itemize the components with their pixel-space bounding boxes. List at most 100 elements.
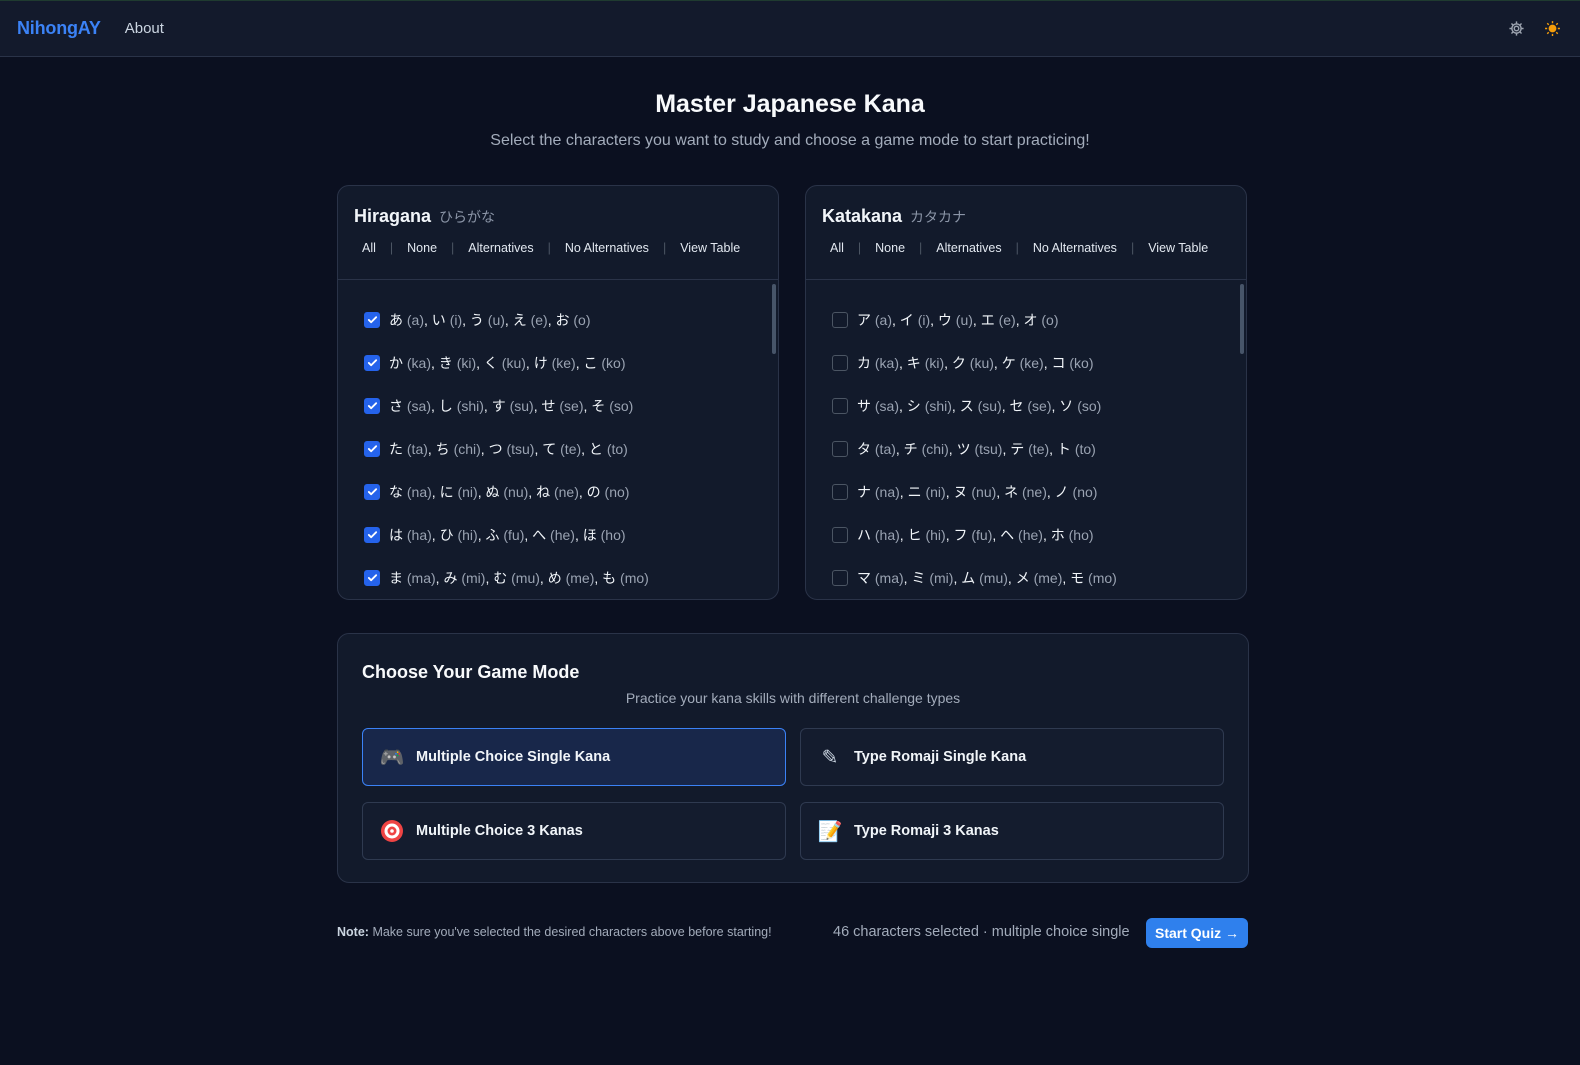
katakana-row-checkbox[interactable]: [832, 569, 848, 586]
katakana-row-checkbox[interactable]: [832, 397, 848, 414]
romaji-reading: (hi): [925, 526, 946, 543]
mode-multiple-choice-3-button[interactable]: Multiple Choice 3 Kanas: [362, 802, 786, 860]
katakana-filters: All | None | Alternatives | No Alternati…: [822, 241, 1230, 255]
kana-char: ウ: [937, 311, 952, 328]
katakana-row-label: ア (a), イ (i), ウ (u), エ (e), オ (o): [857, 311, 1059, 328]
romaji-reading: (ku): [501, 354, 526, 371]
katakana-row[interactable]: ハ (ha), ヒ (hi), フ (fu), ヘ (he), ホ (ho): [832, 513, 1246, 556]
filter-separator: |: [1130, 241, 1135, 255]
kana-char: ス: [959, 397, 974, 414]
filter-separator: |: [389, 241, 394, 255]
romaji-reading: (nu): [503, 483, 529, 500]
hiragana-filter-all[interactable]: All: [354, 241, 384, 255]
katakana-japanese-title: カタカナ: [910, 209, 967, 225]
memo-icon: 📝: [817, 820, 843, 843]
hiragana-japanese-title: ひらがな: [439, 209, 496, 225]
game-mode-subtitle: Practice your kana skills with different…: [625, 690, 961, 706]
hiragana-filters: All | None | Alternatives | No Alternati…: [354, 241, 762, 255]
katakana-row-checkbox[interactable]: [832, 440, 848, 457]
katakana-list[interactable]: ア (a), イ (i), ウ (u), エ (e), オ (o) カ (ka),…: [806, 280, 1246, 599]
kana-char: ソ: [1059, 397, 1074, 414]
filter-separator: |: [662, 241, 667, 255]
romaji-reading: (so): [609, 397, 634, 414]
kana-char: と: [588, 440, 603, 457]
hiragana-scrollbar[interactable]: [772, 284, 776, 354]
katakana-row[interactable]: サ (sa), シ (shi), ス (su), セ (se), ソ (so): [832, 384, 1246, 427]
katakana-view-table[interactable]: View Table: [1140, 241, 1216, 255]
romaji-reading: (he): [550, 526, 575, 543]
katakana-filter-no-alternatives[interactable]: No Alternatives: [1025, 241, 1125, 255]
kana-char: め: [547, 569, 562, 586]
hiragana-row[interactable]: た (ta), ち (chi), つ (tsu), て (te), と (to): [364, 427, 778, 470]
romaji-reading: (no): [604, 483, 630, 500]
kana-char: マ: [857, 569, 871, 586]
hiragana-row-checkbox[interactable]: [364, 354, 380, 371]
hiragana-row[interactable]: さ (sa), し (shi), す (su), せ (se), そ (so): [364, 384, 778, 427]
romaji-reading: (i): [449, 311, 463, 328]
katakana-row[interactable]: ナ (na), ニ (ni), ヌ (nu), ネ (ne), ノ (no): [832, 470, 1246, 513]
romaji-reading: (chi): [453, 440, 481, 457]
romaji-reading: (ki): [456, 354, 477, 371]
romaji-reading: (fu): [971, 526, 993, 543]
romaji-reading: (ha): [406, 526, 432, 543]
kana-char: え: [512, 311, 527, 328]
hiragana-filter-no-alternatives[interactable]: No Alternatives: [557, 241, 657, 255]
mode-multiple-choice-single-button[interactable]: 🎮 Multiple Choice Single Kana: [362, 728, 786, 786]
kana-char: な: [389, 483, 403, 500]
romaji-reading: (ko): [1069, 354, 1094, 371]
hiragana-row[interactable]: あ (a), い (i), う (u), え (e), お (o): [364, 298, 778, 341]
hiragana-row[interactable]: ま (ma), み (mi), む (mu), め (me), も (mo): [364, 556, 778, 599]
hiragana-filter-none[interactable]: None: [399, 241, 445, 255]
kana-char: ア: [857, 311, 871, 328]
katakana-row[interactable]: ア (a), イ (i), ウ (u), エ (e), オ (o): [832, 298, 1246, 341]
katakana-row-checkbox[interactable]: [832, 483, 848, 500]
katakana-row[interactable]: マ (ma), ミ (mi), ム (mu), メ (me), モ (mo): [832, 556, 1246, 599]
kana-char: こ: [583, 354, 598, 371]
kana-char: フ: [953, 526, 968, 543]
nav-about-link[interactable]: About: [125, 20, 164, 37]
hiragana-row-checkbox[interactable]: [364, 397, 380, 414]
hiragana-row[interactable]: な (na), に (ni), ぬ (nu), ね (ne), の (no): [364, 470, 778, 513]
katakana-filter-all[interactable]: All: [822, 241, 852, 255]
katakana-filter-alternatives[interactable]: Alternatives: [928, 241, 1009, 255]
gear-icon[interactable]: [1505, 18, 1527, 40]
kana-char: あ: [389, 311, 403, 328]
kana-char: に: [439, 483, 454, 500]
hiragana-row-checkbox[interactable]: [364, 440, 380, 457]
romaji-reading: (ho): [1068, 526, 1094, 543]
mode-type-romaji-3-button[interactable]: 📝 Type Romaji 3 Kanas: [800, 802, 1224, 860]
start-quiz-button[interactable]: Start Quiz →: [1146, 918, 1248, 948]
katakana-scrollbar[interactable]: [1240, 284, 1244, 354]
hiragana-view-table[interactable]: View Table: [672, 241, 748, 255]
hiragana-row[interactable]: か (ka), き (ki), く (ku), け (ke), こ (ko): [364, 341, 778, 384]
hiragana-row[interactable]: は (ha), ひ (hi), ふ (fu), へ (he), ほ (ho): [364, 513, 778, 556]
kana-char: ヘ: [1000, 526, 1015, 543]
romaji-reading: (ka): [406, 354, 432, 371]
kana-char: ク: [951, 354, 966, 371]
romaji-reading: (ke): [551, 354, 576, 371]
page-title: Master Japanese Kana: [655, 90, 925, 118]
hiragana-row-checkbox[interactable]: [364, 311, 380, 328]
mode-type-romaji-single-button[interactable]: ✎ Type Romaji Single Kana: [800, 728, 1224, 786]
kana-char: オ: [1023, 311, 1038, 328]
hiragana-filter-alternatives[interactable]: Alternatives: [460, 241, 541, 255]
hiragana-row-checkbox[interactable]: [364, 526, 380, 543]
sun-icon[interactable]: [1541, 18, 1563, 40]
katakana-row[interactable]: カ (ka), キ (ki), ク (ku), ケ (ke), コ (ko): [832, 341, 1246, 384]
hiragana-row-checkbox[interactable]: [364, 569, 380, 586]
katakana-filter-none[interactable]: None: [867, 241, 913, 255]
romaji-reading: (ma): [874, 569, 904, 586]
hiragana-row-label: さ (sa), し (shi), す (su), せ (se), そ (so): [389, 397, 634, 414]
brand-logo[interactable]: NihongAY: [17, 18, 101, 39]
katakana-row-checkbox[interactable]: [832, 526, 848, 543]
hiragana-list[interactable]: あ (a), い (i), う (u), え (e), お (o) か (ka),…: [338, 280, 778, 599]
katakana-row-checkbox[interactable]: [832, 354, 848, 371]
katakana-row[interactable]: タ (ta), チ (chi), ツ (tsu), テ (te), ト (to): [832, 427, 1246, 470]
kana-char: ね: [536, 483, 551, 500]
note-text: Note: Make sure you've selected the desi…: [337, 925, 772, 939]
kana-char: た: [389, 440, 403, 457]
romaji-reading: (mo): [1088, 569, 1117, 586]
katakana-row-checkbox[interactable]: [832, 311, 848, 328]
hiragana-header: Hiragana ひらがな All | None | Alternatives …: [338, 186, 778, 280]
hiragana-row-checkbox[interactable]: [364, 483, 380, 500]
